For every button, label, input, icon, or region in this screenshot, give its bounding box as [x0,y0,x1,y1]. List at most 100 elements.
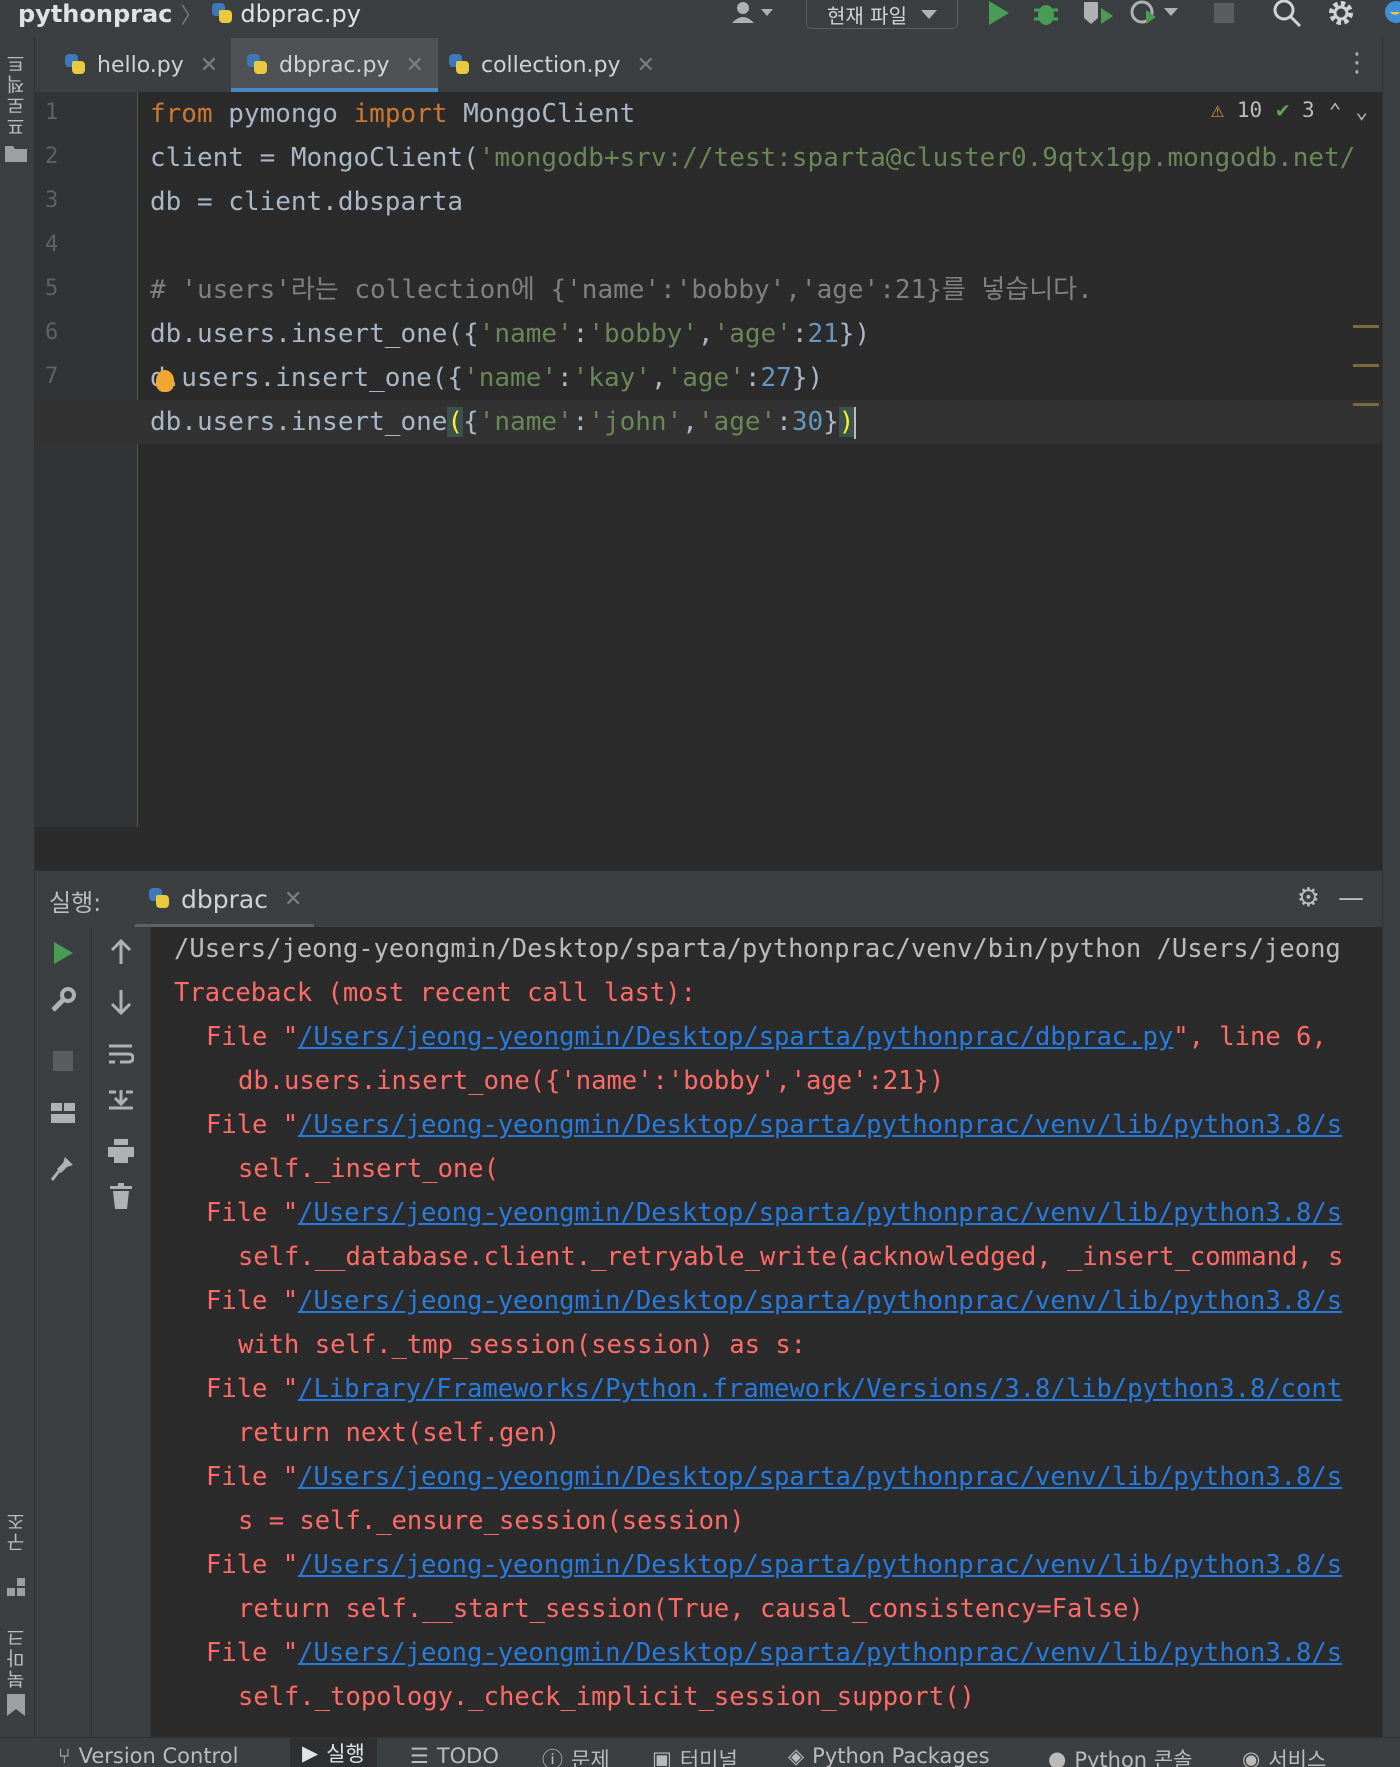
updates-icon[interactable] [1376,0,1400,26]
debug-icon[interactable] [1028,0,1064,26]
profile-icon[interactable] [1128,0,1182,26]
project-tool-button[interactable]: 프로젝트 [3,52,30,136]
error-stripe-marker[interactable] [1353,325,1379,328]
file-link[interactable]: /Users/jeong-yeongmin/Desktop/sparta/pyt… [298,1110,1342,1140]
list-icon: ☰ [410,1744,429,1767]
rerun-icon[interactable] [35,939,91,972]
breadcrumb-file[interactable]: dbprac.py [240,0,361,28]
file-link[interactable]: /Users/jeong-yeongmin/Desktop/sparta/pyt… [298,1286,1342,1316]
tab-collection-py[interactable]: collection.py ✕ [433,38,669,92]
wrench-icon[interactable] [35,987,91,1020]
code-text: .users.insert_one({ [166,363,463,393]
line-number: 7 [45,364,85,389]
code-text: }) [792,363,823,393]
breadcrumb-project[interactable]: pythonprac [18,0,172,28]
run-icon: ▶ [302,1741,318,1765]
bookmarks-tool-button[interactable]: 북마크 [3,1626,30,1689]
run-tab-dbprac[interactable]: dbprac ✕ [135,871,314,927]
close-icon[interactable]: ✕ [406,53,424,78]
error-stripe-marker[interactable] [1353,403,1379,406]
search-icon[interactable] [1270,0,1304,26]
run-label: 실행: [49,883,101,918]
frame-prefix: File " [206,1550,298,1580]
pin-icon[interactable] [35,1155,91,1188]
close-icon[interactable]: ✕ [284,887,302,912]
tab-label: hello.py [97,53,184,78]
line-number: 6 [45,320,85,345]
todo-button[interactable]: ☰ TODO [410,1744,499,1767]
layout-icon[interactable] [35,1097,91,1130]
close-icon[interactable]: ✕ [637,53,655,78]
file-link[interactable]: /Users/jeong-yeongmin/Desktop/sparta/pyt… [298,1022,1173,1052]
tab-label: dbprac.py [279,53,390,78]
run-icon[interactable] [980,0,1016,26]
services-icon: ◉ [1242,1747,1260,1767]
print-icon[interactable] [92,1137,150,1170]
python-packages-button[interactable]: ◈Python Packages [788,1744,990,1767]
arrow-up-icon[interactable] [92,939,150,972]
previous-highlight-icon[interactable]: ⌃ [1329,99,1342,123]
traceback-frame: File "/Users/jeong-yeongmin/Desktop/spar… [206,1015,1327,1059]
traceback-frame: File "/Users/jeong-yeongmin/Desktop/spar… [206,1543,1342,1587]
run-configuration-selector[interactable]: 현재 파일 [806,0,958,29]
services-button[interactable]: ◉서비스 [1242,1744,1326,1767]
tool-label: 문제 [571,1744,610,1767]
file-link[interactable]: /Users/jeong-yeongmin/Desktop/sparta/pyt… [298,1550,1342,1580]
tool-label: TODO [437,1744,499,1767]
more-vertical-icon[interactable]: ⋮ [1344,48,1370,78]
inspection-widget[interactable]: ⚠ 10 ✔ 3 ⌃ ⌄ [1211,98,1368,123]
weak-warning-count[interactable]: ✔ 3 [1276,98,1315,123]
file-link[interactable]: /Users/jeong-yeongmin/Desktop/sparta/pyt… [298,1638,1342,1668]
stop-icon[interactable] [1210,0,1238,26]
soft-wrap-icon[interactable] [92,1039,150,1072]
settings-gear-icon[interactable]: ⚙ [1297,883,1320,913]
code-editor[interactable]: 1 2 3 4 5 6 7 8 from pymongo import Mong… [35,92,1382,827]
trash-icon[interactable] [92,1183,150,1216]
structure-icon [7,1578,27,1602]
run-with-coverage-icon[interactable] [1078,0,1118,26]
number-literal: 30 [792,407,823,437]
terminal-button[interactable]: ▣터미널 [652,1744,738,1767]
matched-paren: ) [839,407,855,437]
frame-prefix: File " [206,1462,298,1492]
file-link[interactable]: /Users/jeong-yeongmin/Desktop/sparta/pyt… [298,1198,1342,1228]
arrow-down-icon[interactable] [92,989,150,1022]
close-icon[interactable]: ✕ [200,53,218,78]
editor-tab-bar: hello.py ✕ dbprac.py ✕ collection.py ✕ ⋮ [35,38,1382,93]
tab-hello-py[interactable]: hello.py ✕ [49,38,232,92]
matched-paren: ( [447,407,463,437]
lightbulb-icon[interactable] [156,370,174,392]
file-link[interactable]: /Library/Frameworks/Python.framework/Ver… [298,1374,1342,1404]
string-literal: 'bobby' [588,319,698,349]
line-number: 3 [45,188,85,213]
minimize-icon[interactable]: — [1338,883,1364,913]
python-console-button[interactable]: ●Python 콘솔 [1048,1744,1192,1767]
user-icon[interactable] [728,0,778,26]
navigation-bar: pythonprac 〉 dbprac.py 현재 파일 [0,0,1400,39]
code-line-3: db = client.dbsparta [150,180,463,224]
run-toolbar-secondary [92,927,151,1737]
file-link[interactable]: /Users/jeong-yeongmin/Desktop/sparta/pyt… [298,1462,1342,1492]
settings-gear-icon[interactable] [1324,0,1358,26]
weak-warning-count-value: 3 [1302,98,1315,122]
stop-icon[interactable] [35,1045,91,1078]
tab-label: collection.py [481,53,621,78]
warning-count[interactable]: ⚠ 10 [1211,98,1262,123]
version-control-button[interactable]: ⑂Version Control [58,1744,238,1767]
code-text: db.users.insert_one [150,407,447,437]
traceback-code: db.users.insert_one({'name':'bobby','age… [238,1059,944,1103]
checkmark-icon: ✔ [1276,98,1289,123]
structure-tool-button[interactable]: 구조 [3,1510,30,1552]
problems-button[interactable]: ⓘ문제 [542,1744,610,1767]
traceback-code: self._topology._check_implicit_session_s… [238,1675,975,1719]
traceback-frame: File "/Users/jeong-yeongmin/Desktop/spar… [206,1455,1342,1499]
scroll-to-end-icon[interactable] [92,1087,150,1120]
code-text: : [776,407,792,437]
warning-count-value: 10 [1237,98,1262,122]
run-tool-button[interactable]: ▶실행 [290,1738,377,1767]
tab-dbprac-py[interactable]: dbprac.py ✕ [231,38,438,92]
string-literal: 'name' [479,319,573,349]
next-highlight-icon[interactable]: ⌄ [1355,99,1368,123]
error-stripe-marker[interactable] [1353,364,1379,367]
run-console-output[interactable]: /Users/jeong-yeongmin/Desktop/sparta/pyt… [151,927,1382,1737]
